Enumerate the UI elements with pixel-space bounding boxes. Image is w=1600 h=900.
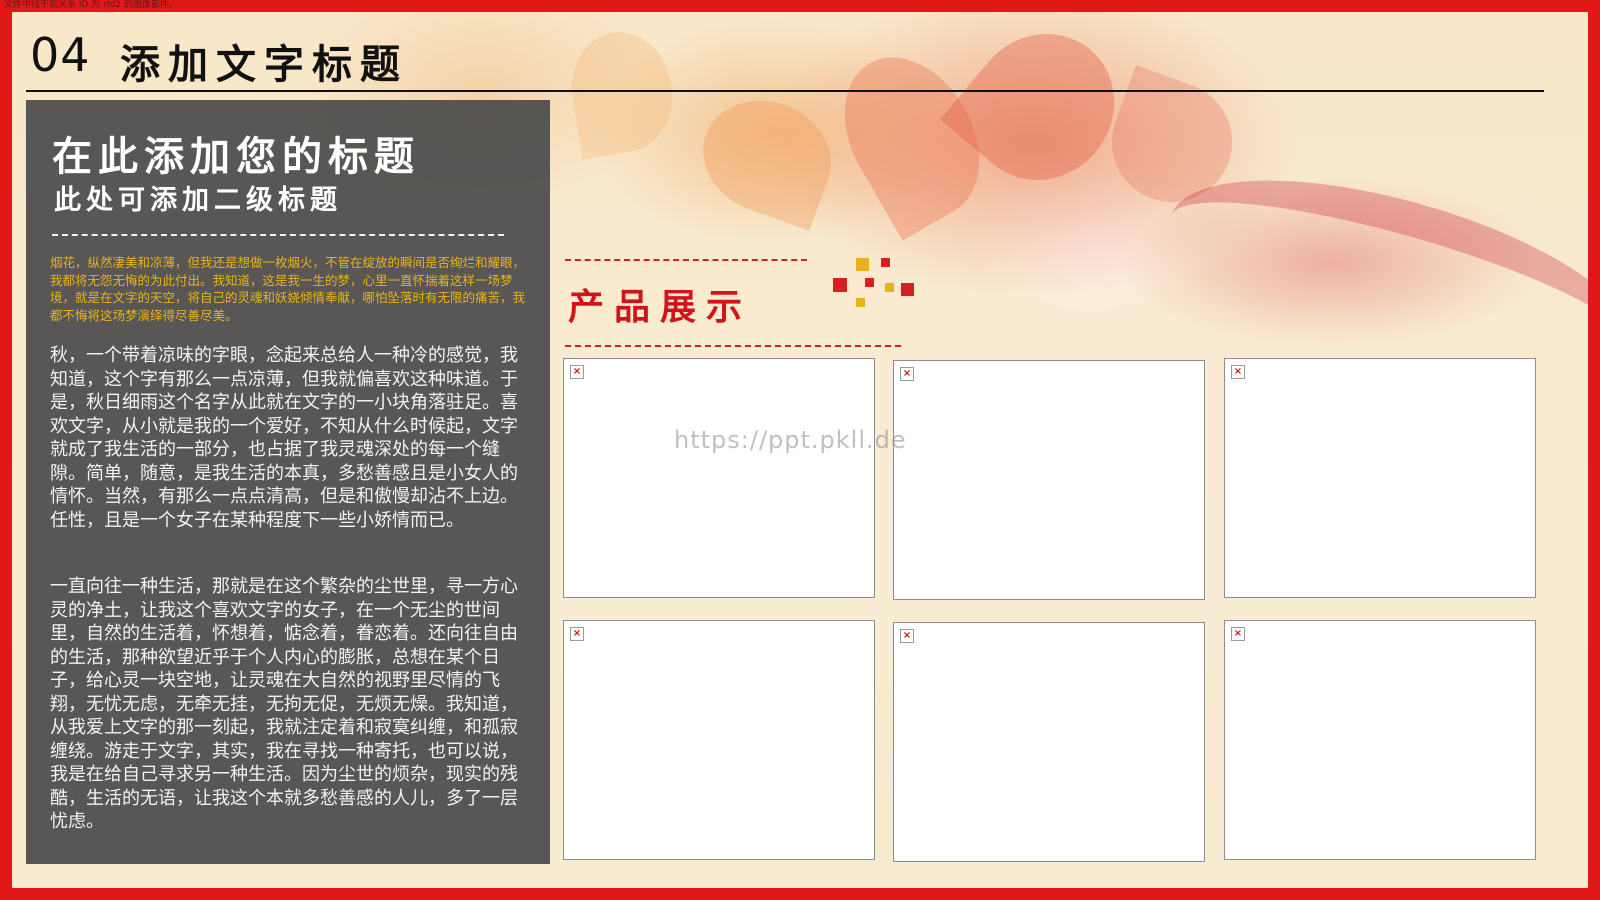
decorative-petal [562,24,682,160]
decorative-square [833,278,847,292]
broken-image-icon: × [570,627,584,641]
decorative-square [881,258,890,267]
broken-image-icon: × [1231,365,1245,379]
product-image-6: × [1224,620,1536,860]
section-title: 产品展示 [568,286,753,328]
text-panel: 在此添加您的标题 此处可添加二级标题 烟花，纵然凄美和凉薄，但我还是想做一枚烟火… [26,100,550,864]
decorative-square [901,283,914,296]
panel-dashed-divider [52,234,504,236]
broken-image-icon: × [900,629,914,643]
decorative-petal [687,83,847,231]
product-image-3: × [1224,358,1536,598]
section-dashed-line-bottom [565,345,901,347]
panel-title: 在此添加您的标题 [52,133,420,180]
panel-subtitle: 此处可添加二级标题 [54,185,342,216]
decorative-square [865,278,874,287]
broken-image-icon: × [1231,627,1245,641]
title-divider [26,90,1544,92]
decorative-square [885,283,894,292]
panel-paragraph-1: 秋，一个带着凉味的字眼，念起来总给人一种冷的感觉，我知道，这个字有那么一点凉薄，… [50,345,518,531]
page-title: 添加文字标题 [120,41,408,88]
product-image-5: × [893,622,1205,862]
broken-image-icon: × [900,367,914,381]
panel-intro-text: 烟花，纵然凄美和凉薄，但我还是想做一枚烟火，不管在绽放的瞬间是否绚烂和耀眼，我都… [50,255,526,323]
watermark-url: https://ppt.pkll.de [674,426,907,454]
product-image-4: × [563,620,875,860]
decorative-square [856,298,865,307]
section-number: 04 [30,28,91,82]
slide: 04 添加文字标题 在此添加您的标题 此处可添加二级标题 烟花，纵然凄美和凉薄，… [12,12,1588,888]
section-dashed-line-top [565,259,807,261]
broken-image-icon: × [570,365,584,379]
missing-image-error-text: 文件中找不到关系 ID 为 rId2 的图像部件。 [4,0,178,10]
product-image-1: × [563,358,875,598]
product-image-2: × [893,360,1205,600]
panel-paragraph-2: 一直向往一种生活，那就是在这个繁杂的尘世里，寻一方心灵的净土，让我这个喜欢文字的… [50,576,518,832]
decorative-square [856,258,869,271]
